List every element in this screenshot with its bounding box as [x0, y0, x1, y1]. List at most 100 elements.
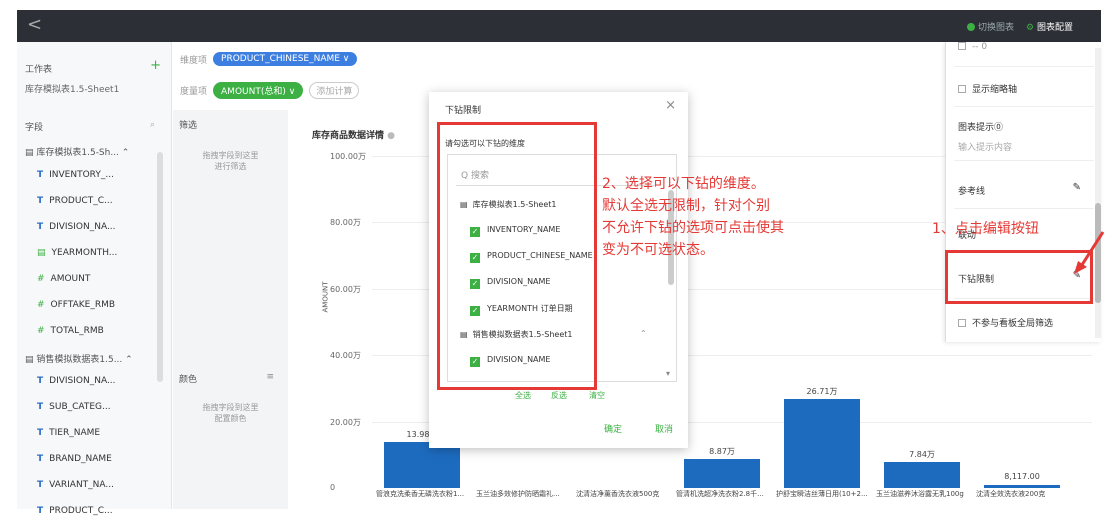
bar-data-label: 7.84万 [909, 449, 935, 459]
tip-input[interactable]: 输入提示内容 [958, 140, 1012, 153]
checkbox[interactable] [958, 85, 966, 93]
collapse-icon[interactable]: ⌃ [640, 329, 647, 338]
checkbox[interactable] [958, 42, 966, 50]
fields-title: 字段 [25, 123, 44, 133]
select-all-link[interactable]: 全选 [515, 390, 531, 401]
field-item[interactable]: # TOTAL_RMB [37, 326, 104, 336]
cancel-button[interactable]: 取消 [655, 422, 673, 435]
x-tick-label: 护舒宝瞬洁丝薄日用(10+2... [776, 490, 868, 498]
field-item[interactable]: T TIER_NAME [37, 428, 100, 438]
ok-button[interactable]: 确定 [604, 422, 622, 435]
field-item[interactable]: T DIVISION_NA... [37, 376, 116, 386]
bar[interactable] [684, 458, 760, 488]
y-axis-label: AMOUNT [321, 281, 330, 313]
y-tick-label: 100.00万 [330, 152, 366, 161]
invert-link[interactable]: 反选 [551, 390, 567, 401]
add-worksheet-button[interactable]: + [150, 58, 161, 73]
color-hint[interactable]: 拖拽字段到这里 配置颜色 [173, 402, 288, 424]
field-name: INVENTORY_... [49, 170, 114, 180]
dimension-pill[interactable]: PRODUCT_CHINESE_NAME ∨ [213, 52, 358, 66]
field-type-icon: # [37, 274, 45, 284]
search-icon[interactable]: ⌕ [150, 120, 155, 130]
y-tick-label: 40.00万 [330, 351, 361, 361]
filter-hint[interactable]: 拖拽字段到这里 进行筛选 [173, 150, 288, 172]
back-icon[interactable]: < [27, 14, 42, 35]
worksheet-item[interactable]: 库存模拟表1.5-Sheet1 [25, 82, 119, 95]
ref-line-edit-icon[interactable]: ✎ [1073, 182, 1081, 193]
dimension-label: 维度项 [180, 55, 208, 66]
field-item[interactable]: T PRODUCT_C... [37, 196, 113, 206]
bar-data-label: 8.87万 [709, 446, 735, 456]
field-item[interactable]: T SUB_CATEG... [37, 402, 111, 412]
annotation-box-list [437, 122, 597, 390]
x-tick-label: 沈清全效洗衣液200克 [976, 490, 1046, 498]
divider [954, 208, 1094, 209]
field-item[interactable]: T BRAND_NAME [37, 454, 112, 464]
modal-title: 下钻限制 [445, 106, 482, 116]
annotation-text-1: 1、点击编辑按钮 [932, 221, 1039, 237]
bar[interactable] [884, 461, 960, 488]
chart-config-button[interactable]: ⚙ 图表配置 [1026, 20, 1073, 33]
measure-row: 度量项 AMOUNT(总和) ∨ 添加计算 [180, 82, 360, 99]
measure-pill[interactable]: AMOUNT(总和) ∨ [213, 82, 304, 99]
bar[interactable] [784, 399, 860, 488]
field-item[interactable]: T INVENTORY_... [37, 170, 114, 180]
field-item[interactable]: ▤ YEARMONTH... [37, 248, 117, 258]
no-global-filter-option[interactable]: 不参与看板全局筛选 [958, 316, 1053, 329]
info-icon[interactable]: ● [387, 131, 395, 141]
field-type-icon: T [37, 376, 44, 386]
divider [954, 66, 1094, 67]
y-tick-label: 0 [330, 483, 336, 492]
field-name: TIER_NAME [49, 428, 101, 438]
add-calc-button[interactable]: 添加计算 [309, 82, 360, 99]
field-type-icon: T [37, 506, 44, 516]
bar[interactable] [384, 441, 460, 488]
left-panel: 工作表 + 库存模拟表1.5-Sheet1 字段 ⌕ ▤ 库存模拟表1.5-Sh… [17, 42, 172, 516]
table1-header[interactable]: ▤ 库存模拟表1.5-Sh... ⌃ [25, 145, 129, 158]
x-tick-label: 沈清洁净薰香洗衣液500克 [576, 490, 660, 498]
clear-link[interactable]: 清空 [589, 390, 605, 401]
config-scrollbar[interactable] [1095, 48, 1101, 338]
y-tick-label: 20.00万 [330, 417, 361, 427]
field-type-icon: ▤ [37, 248, 46, 258]
field-name: DIVISION_NA... [49, 376, 116, 386]
bar-data-label: 8,117.00 [1004, 472, 1040, 482]
gear-icon: ⚙ [1026, 23, 1037, 33]
top-partial: -- 0 [958, 42, 987, 52]
divider [954, 106, 1094, 107]
field-name: PRODUCT_C... [49, 196, 113, 206]
field-name: DIVISION_NA... [49, 222, 116, 232]
field-type-icon: # [37, 300, 45, 310]
field-type-icon: T [37, 454, 44, 464]
field-item[interactable]: # AMOUNT [37, 274, 90, 284]
table2-header[interactable]: ▤ 销售模拟数据表1.5... ⌃ [25, 352, 133, 365]
x-tick-label: 管浪克洗柔香无磷洗衣粉1... [376, 490, 465, 498]
show-thumb-option[interactable]: 显示缩略轴 [958, 82, 1017, 95]
field-name: OFFTAKE_RMB [50, 300, 116, 310]
fields-scrollbar[interactable] [157, 152, 163, 382]
close-icon[interactable]: × [665, 98, 676, 113]
field-type-icon: T [37, 480, 44, 490]
filter-panel: 筛选 拖拽字段到这里 进行筛选 颜色 ≡ 拖拽字段到这里 配置颜色 [173, 110, 288, 509]
bar[interactable] [984, 485, 1060, 488]
list-icon[interactable]: ≡ [266, 372, 274, 382]
scroll-down-icon[interactable]: ▾ [666, 369, 670, 378]
field-item[interactable]: T PRODUCT_C... [37, 506, 113, 516]
ref-line-label: 参考线 [958, 187, 986, 197]
x-tick-label: 玉兰油滋养沐浴露无乳100g [876, 490, 964, 498]
measure-label: 度量项 [180, 87, 208, 97]
field-type-icon: T [37, 222, 44, 232]
field-name: SUB_CATEG... [49, 402, 111, 412]
x-tick-label: 玉兰油多效修护防晒霜礼... [476, 490, 560, 498]
field-type-icon: T [37, 428, 44, 438]
field-name: VARIANT_NA... [49, 480, 114, 490]
divider [954, 160, 1094, 161]
switch-icon [967, 23, 976, 31]
field-name: PRODUCT_C... [49, 506, 113, 516]
field-item[interactable]: T DIVISION_NA... [37, 222, 116, 232]
checkbox[interactable] [958, 319, 966, 327]
field-item[interactable]: # OFFTAKE_RMB [37, 300, 115, 310]
field-item[interactable]: T VARIANT_NA... [37, 480, 114, 490]
switch-chart-button[interactable]: 切换图表 [967, 20, 1014, 33]
tip-title: 图表提示⓪ [958, 123, 1004, 133]
